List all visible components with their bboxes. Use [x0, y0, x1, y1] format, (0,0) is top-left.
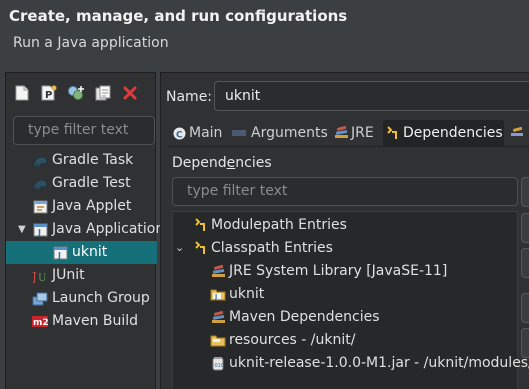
config-tabs: C Main Arguments JRE Dependencies — [168, 120, 529, 147]
svg-text:U: U — [38, 273, 46, 283]
gradle-icon — [32, 176, 48, 191]
junit-icon: JU — [32, 268, 48, 283]
tab-arguments[interactable]: Arguments — [230, 120, 332, 147]
java-application-icon: J — [32, 222, 48, 237]
tree-item-uknit[interactable]: J uknit — [6, 241, 157, 264]
tab-more[interactable] — [508, 120, 529, 147]
library-icon — [210, 309, 226, 325]
tab-jre[interactable]: JRE — [332, 120, 381, 147]
name-field[interactable]: uknit — [214, 81, 529, 111]
dependency-tree: Modulepath Entries ⌄ Classpath Entries J… — [172, 211, 529, 389]
gradle-icon — [32, 153, 48, 168]
java-application-icon: J — [52, 245, 68, 260]
java-applet-icon — [32, 199, 48, 214]
tree-item-gradle-task[interactable]: Gradle Task — [6, 149, 157, 172]
dependencies-section-label: Dependencies — [172, 155, 272, 171]
project-icon: J — [210, 286, 226, 302]
new-prototype-icon[interactable]: P — [39, 83, 59, 103]
configurations-toolbar: P — [12, 83, 140, 105]
arguments-tab-icon — [232, 126, 246, 140]
svg-text:J: J — [57, 251, 61, 260]
tree-item-java-application[interactable]: ▼ J Java Application — [6, 218, 164, 241]
svg-text:010: 010 — [215, 363, 225, 369]
svg-text:P: P — [45, 90, 52, 101]
tree-item-gradle-test[interactable]: Gradle Test — [6, 172, 157, 195]
export-icon[interactable] — [93, 83, 113, 103]
configuration-tree: Gradle Task Gradle Test Java Applet ▼ J … — [6, 149, 164, 333]
dependencies-tab-icon — [386, 126, 400, 140]
svg-text:m2: m2 — [33, 318, 48, 328]
side-button-5[interactable] — [521, 328, 529, 358]
chevron-down-icon[interactable]: ▼ — [18, 218, 26, 241]
side-button-3[interactable] — [521, 248, 529, 278]
tab-dependencies[interactable]: Dependencies — [383, 120, 504, 147]
launch-group-icon — [32, 291, 48, 306]
dialog-title: Create, manage, and run configurations — [9, 7, 348, 25]
duplicate-icon[interactable] — [66, 83, 86, 103]
dialog-subtitle: Run a Java application — [13, 35, 169, 51]
svg-text:C: C — [176, 130, 183, 140]
folder-icon — [210, 332, 226, 348]
configuration-editor: Name: uknit C Main Arguments JRE Depende… — [160, 72, 529, 389]
maven-icon: m2 — [32, 314, 48, 329]
new-config-icon[interactable] — [12, 83, 32, 103]
tree-item-maven-build[interactable]: m2 Maven Build — [6, 310, 157, 333]
tree-item-launch-group[interactable]: Launch Group — [6, 287, 157, 310]
side-button-4[interactable] — [521, 293, 529, 323]
jar-icon: 010 — [210, 355, 226, 371]
svg-text:J: J — [214, 294, 217, 301]
tree-item-junit[interactable]: JU JUnit — [6, 264, 157, 287]
svg-text:J: J — [32, 270, 37, 283]
name-label: Name: — [166, 89, 213, 105]
dialog-header: Create, manage, and run configurations R… — [0, 0, 529, 62]
source-tab-icon — [510, 126, 524, 140]
library-icon — [210, 263, 226, 279]
entries-icon — [193, 240, 209, 256]
dependency-filter-input[interactable]: type filter text — [172, 177, 518, 206]
side-button-1[interactable] — [521, 177, 529, 207]
tab-main[interactable]: C Main — [168, 120, 228, 147]
chevron-down-icon[interactable]: ⌄ — [175, 237, 184, 259]
configurations-panel: P type filter text Gradle Task Gradle Te… — [5, 72, 164, 389]
svg-text:J: J — [37, 228, 41, 237]
entries-icon — [193, 217, 209, 233]
delete-icon[interactable] — [120, 83, 140, 103]
config-filter-input[interactable]: type filter text — [13, 116, 155, 145]
main-tab-icon: C — [172, 126, 186, 140]
jre-tab-icon — [334, 126, 348, 140]
side-button-2[interactable] — [521, 213, 529, 243]
tree-item-java-applet[interactable]: Java Applet — [6, 195, 157, 218]
